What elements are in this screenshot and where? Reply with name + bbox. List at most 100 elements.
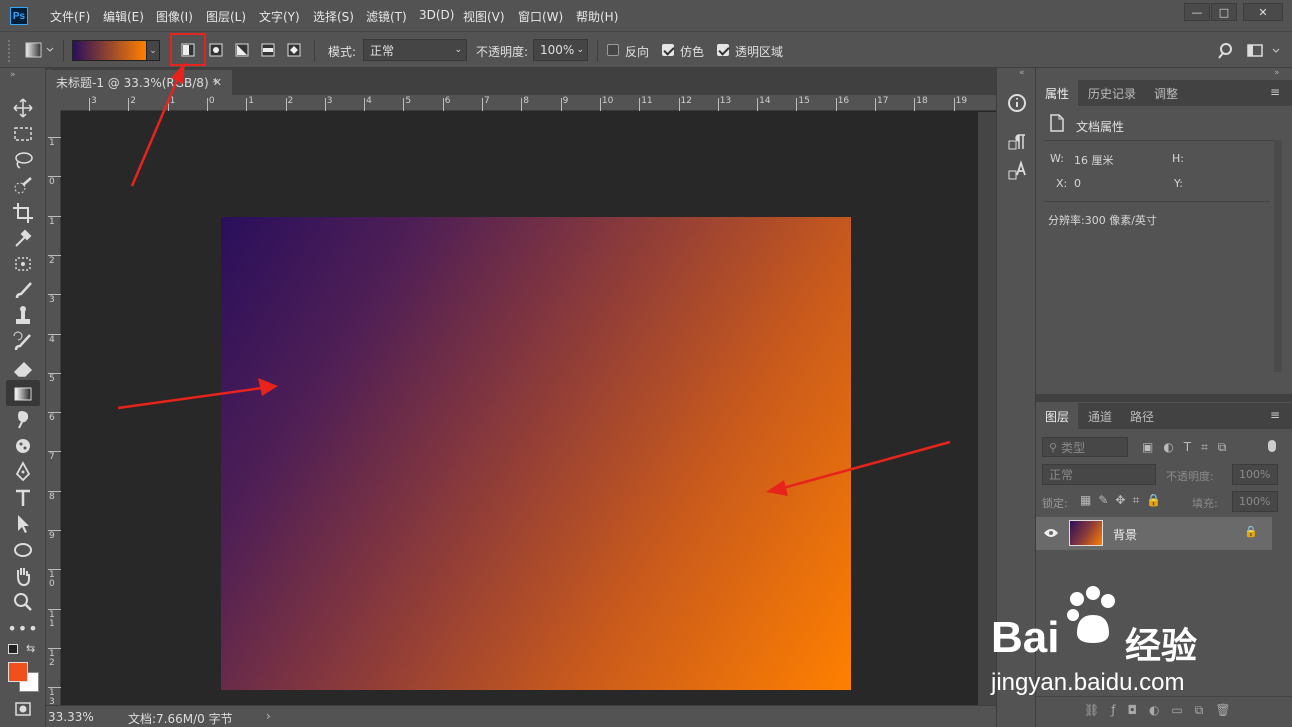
gradient-picker[interactable] bbox=[72, 40, 147, 61]
layer-row-background[interactable]: 背景 🔒 bbox=[1036, 517, 1272, 550]
tab-layers[interactable]: 图层 bbox=[1036, 403, 1078, 429]
close-button[interactable]: ✕ bbox=[1243, 3, 1283, 21]
angle-gradient-icon[interactable] bbox=[234, 42, 252, 58]
x-value[interactable]: 0 bbox=[1074, 177, 1081, 190]
ruler-left-tick bbox=[48, 530, 61, 531]
info-icon[interactable] bbox=[1006, 92, 1028, 114]
layer-name[interactable]: 背景 bbox=[1113, 526, 1137, 543]
menu-image[interactable]: 图像(I) bbox=[156, 8, 193, 25]
layer-filter-dropdown[interactable]: ⚲ 类型 bbox=[1042, 437, 1128, 457]
menu-bar: Ps 文件(F) 编辑(E) 图像(I) 图层(L) 文字(Y) 选择(S) 滤… bbox=[0, 0, 1292, 31]
swap-colors-icon[interactable]: ⇆ bbox=[26, 642, 35, 655]
quick-selection-tool-icon[interactable] bbox=[10, 174, 36, 198]
properties-scrollbar[interactable] bbox=[1274, 140, 1282, 372]
path-selection-tool-icon[interactable] bbox=[10, 512, 36, 536]
ruler-origin[interactable] bbox=[46, 95, 61, 111]
lasso-tool-icon[interactable] bbox=[10, 148, 36, 172]
collapse-icon[interactable]: » bbox=[10, 70, 16, 80]
zoom-level[interactable]: 33.33% bbox=[48, 710, 94, 724]
panel-menu-icon[interactable]: ≡ bbox=[1270, 85, 1280, 99]
ruler-top-tick bbox=[128, 98, 130, 111]
layer-filter-icons[interactable]: ▣◐T⌗⧉ bbox=[1142, 440, 1236, 455]
type-tool-icon[interactable] bbox=[10, 486, 36, 510]
opacity-input[interactable]: 100% ⌄ bbox=[533, 39, 588, 61]
ruler-top-tick bbox=[521, 98, 523, 111]
clone-stamp-tool-icon[interactable] bbox=[10, 304, 36, 328]
collapse-icon[interactable]: » bbox=[1274, 68, 1280, 78]
layer-filter-placeholder: 类型 bbox=[1061, 440, 1086, 455]
menu-edit[interactable]: 编辑(E) bbox=[103, 8, 144, 25]
gradient-tool-preset-icon[interactable] bbox=[25, 42, 55, 58]
gradient-tool-icon[interactable] bbox=[10, 382, 36, 406]
move-tool-icon[interactable] bbox=[10, 96, 36, 120]
menu-type[interactable]: 文字(Y) bbox=[259, 8, 300, 25]
maximize-button[interactable]: □ bbox=[1211, 3, 1237, 21]
mode-dropdown[interactable]: 正常 ⌄ bbox=[363, 39, 467, 61]
crop-tool-icon[interactable] bbox=[10, 200, 36, 224]
chevron-right-icon[interactable]: › bbox=[266, 709, 271, 723]
layer-footer-icons[interactable]: ⛓ƒ◘◐▭⧉🗑 bbox=[1084, 703, 1243, 718]
layer-opacity-label: 不透明度: bbox=[1166, 470, 1214, 483]
tab-properties[interactable]: 属性 bbox=[1036, 80, 1078, 106]
collapse-icon[interactable]: « bbox=[1019, 68, 1025, 78]
sponge-tool-icon[interactable] bbox=[10, 434, 36, 458]
smudge-tool-icon[interactable] bbox=[10, 408, 36, 432]
more-tools-icon[interactable]: ••• bbox=[7, 616, 37, 640]
tab-history[interactable]: 历史记录 bbox=[1080, 80, 1144, 106]
eraser-tool-icon[interactable] bbox=[10, 356, 36, 380]
layer-opacity-input[interactable]: 100% bbox=[1232, 464, 1278, 485]
menu-select[interactable]: 选择(S) bbox=[313, 8, 354, 25]
menu-filter[interactable]: 滤镜(T) bbox=[366, 8, 407, 25]
lock-label: 锁定: bbox=[1042, 497, 1068, 510]
menu-help[interactable]: 帮助(H) bbox=[576, 8, 618, 25]
healing-brush-tool-icon[interactable] bbox=[10, 252, 36, 276]
transparency-checkbox[interactable] bbox=[717, 44, 729, 56]
close-tab-icon[interactable]: ✕ bbox=[213, 76, 222, 89]
search-icon[interactable] bbox=[1217, 42, 1235, 60]
eye-icon[interactable] bbox=[1043, 527, 1059, 539]
tab-paths[interactable]: 路径 bbox=[1122, 403, 1162, 429]
foreground-color-swatch[interactable] bbox=[8, 662, 28, 682]
tab-channels[interactable]: 通道 bbox=[1080, 403, 1120, 429]
brush-tool-icon[interactable] bbox=[10, 278, 36, 302]
reverse-checkbox[interactable] bbox=[607, 44, 619, 56]
panel-menu-icon[interactable]: ≡ bbox=[1270, 408, 1280, 422]
marquee-tool-icon[interactable] bbox=[10, 122, 36, 146]
grip-icon bbox=[8, 40, 12, 62]
lock-icons[interactable]: ▦✎✥⌗🔒 bbox=[1080, 493, 1168, 508]
blend-mode-dropdown[interactable]: 正常 bbox=[1042, 464, 1156, 485]
menu-window[interactable]: 窗口(W) bbox=[518, 8, 563, 25]
document-tab[interactable]: 未标题-1 @ 33.3%(RGB/8) * ✕ bbox=[46, 70, 232, 95]
vertical-scrollbar[interactable] bbox=[978, 112, 996, 705]
ruler-left-tick-label: 8 bbox=[49, 491, 55, 502]
hand-tool-icon[interactable] bbox=[10, 564, 36, 588]
reflected-gradient-icon[interactable] bbox=[260, 42, 278, 58]
workspace-icon[interactable] bbox=[1246, 42, 1282, 60]
character-icon[interactable] bbox=[1006, 160, 1028, 182]
zoom-tool-icon[interactable] bbox=[10, 590, 36, 614]
menu-view[interactable]: 视图(V) bbox=[463, 8, 505, 25]
radial-gradient-icon[interactable] bbox=[208, 42, 226, 58]
canvas-gradient-image[interactable] bbox=[221, 217, 851, 690]
minimize-button[interactable]: — bbox=[1184, 3, 1210, 21]
quick-mask-icon[interactable] bbox=[14, 701, 34, 719]
ellipse-tool-icon[interactable] bbox=[10, 538, 36, 562]
tab-adjustments[interactable]: 调整 bbox=[1146, 80, 1186, 106]
horizontal-ruler[interactable]: 3 2 1 0 1 2 3 4 5 6 7 8 9 10 11 12 13 14 15 16 17 18 19 bbox=[61, 95, 996, 111]
history-brush-tool-icon[interactable] bbox=[10, 330, 36, 354]
paragraph-icon[interactable] bbox=[1006, 132, 1028, 154]
diamond-gradient-icon[interactable] bbox=[286, 42, 304, 58]
pen-tool-icon[interactable] bbox=[10, 460, 36, 484]
vertical-ruler[interactable]: 101234567891 01 11 21 3 bbox=[46, 111, 61, 709]
filter-toggle-icon[interactable] bbox=[1268, 440, 1276, 452]
linear-gradient-icon[interactable] bbox=[180, 42, 198, 58]
menu-3d[interactable]: 3D(D) bbox=[419, 8, 454, 22]
fill-input[interactable]: 100% bbox=[1232, 491, 1278, 512]
width-value[interactable]: 16 厘米 bbox=[1074, 152, 1114, 168]
dither-checkbox[interactable] bbox=[662, 44, 674, 56]
menu-layer[interactable]: 图层(L) bbox=[206, 8, 246, 25]
chevron-down-icon[interactable]: ⌄ bbox=[146, 40, 160, 61]
menu-file[interactable]: 文件(F) bbox=[50, 8, 90, 25]
default-colors-icon[interactable] bbox=[8, 644, 18, 654]
eyedropper-tool-icon[interactable] bbox=[10, 226, 36, 250]
